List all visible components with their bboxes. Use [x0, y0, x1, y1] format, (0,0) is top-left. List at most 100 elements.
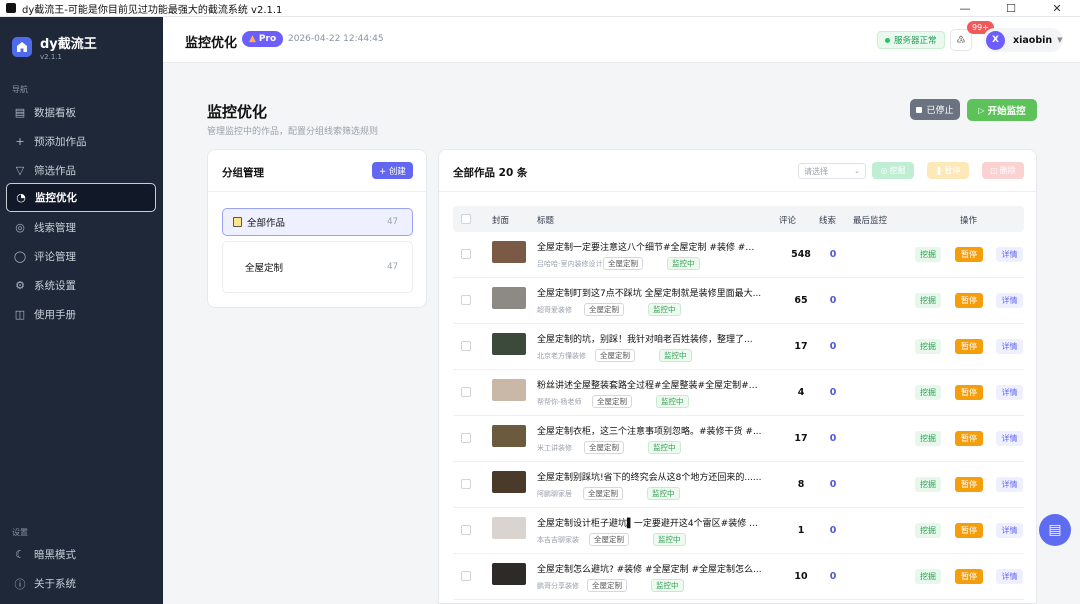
batch-dig-button[interactable]: ◎ 挖掘 — [872, 162, 914, 179]
stopped-label: 已停止 — [926, 106, 954, 116]
detail-button[interactable]: 详情 — [996, 431, 1023, 446]
floating-doc-button[interactable]: ▤ — [1039, 514, 1071, 546]
batch-delete-button[interactable]: ◫ 删除 — [982, 162, 1024, 179]
row-title[interactable]: 全屋定制盯到这7点不踩坑 全屋定制就是装修里面最大... — [537, 286, 762, 299]
dig-button[interactable]: 挖掘 — [915, 431, 941, 446]
top-header: 监控优化 ▲ Pro 2026-04-22 12:44:45 服务器正常 ♳ 9… — [163, 17, 1080, 63]
cover-thumbnail[interactable] — [492, 471, 526, 493]
row-checkbox[interactable] — [461, 571, 471, 581]
row-checkbox[interactable] — [461, 295, 471, 305]
dig-button[interactable]: 挖掘 — [915, 569, 941, 584]
chevron-down-icon: ⌄ — [854, 167, 860, 175]
row-checkbox[interactable] — [461, 525, 471, 535]
detail-button[interactable]: 详情 — [996, 293, 1023, 308]
sidebar-item-pre-add[interactable]: + 预添加作品 — [6, 127, 156, 156]
sidebar-item-label: 系统设置 — [34, 280, 76, 292]
app-icon — [6, 3, 16, 13]
close-icon[interactable]: ✕ — [1034, 0, 1080, 17]
pause-button[interactable]: 暂停 — [955, 523, 983, 538]
dig-button[interactable]: 挖掘 — [915, 247, 941, 262]
row-checkbox[interactable] — [461, 387, 471, 397]
cover-thumbnail[interactable] — [492, 333, 526, 355]
sidebar-item-filter[interactable]: ▽ 筛选作品 — [6, 156, 156, 185]
avatar: X — [986, 30, 1005, 50]
status-badge: 监控中 — [648, 303, 681, 316]
status-badge: 监控中 — [648, 441, 681, 454]
sidebar-item-manual[interactable]: ◫ 使用手册 — [6, 300, 156, 329]
group-select[interactable]: 请选择 ⌄ — [798, 163, 866, 179]
detail-button[interactable]: 详情 — [996, 569, 1023, 584]
dig-button[interactable]: 挖掘 — [915, 523, 941, 538]
pro-label: Pro — [258, 34, 277, 44]
col-actions: 操作 — [960, 216, 978, 226]
cover-thumbnail[interactable] — [492, 287, 526, 309]
plus-icon: + — [15, 135, 25, 148]
dig-button[interactable]: 挖掘 — [915, 293, 941, 308]
cover-thumbnail[interactable] — [492, 241, 526, 263]
row-title[interactable]: 全屋定制设计柜子避坑▌一定要避开这4个雷区#装修 #... — [537, 516, 762, 529]
group-tag: 全屋定制 — [583, 487, 623, 500]
create-group-button[interactable]: + 创建 — [372, 162, 413, 179]
cover-thumbnail[interactable] — [492, 379, 526, 401]
group-item-custom[interactable]: 全屋定制 47 — [222, 241, 413, 293]
row-title[interactable]: 全屋定制的坑，别踩！我针对咱老百姓装修，整理了... — [537, 332, 762, 345]
select-all-checkbox[interactable] — [461, 214, 471, 224]
detail-button[interactable]: 详情 — [996, 247, 1023, 262]
detail-button[interactable]: 详情 — [996, 339, 1023, 354]
row-title[interactable]: 粉丝讲述全屋整装套路全过程#全屋整装#全屋定制#家... — [537, 378, 762, 391]
stopped-button[interactable]: 已停止 — [910, 99, 960, 120]
sidebar-item-clues[interactable]: ◎ 线索管理 — [6, 213, 156, 242]
row-title[interactable]: 全屋定制衣柜，这三个注意事项别忽略。#装修干货 #... — [537, 424, 762, 437]
dig-button[interactable]: 挖掘 — [915, 385, 941, 400]
start-monitor-button[interactable]: ▷ 开始监控 — [967, 99, 1037, 121]
cover-thumbnail[interactable] — [492, 563, 526, 585]
maximize-icon[interactable]: ☐ — [988, 0, 1034, 17]
pause-button[interactable]: 暂停 — [955, 339, 983, 354]
sidebar-item-settings[interactable]: ⚙ 系统设置 — [6, 271, 156, 300]
row-title[interactable]: 全屋定制一定要注意这八个细节#全屋定制 #装修 #装... — [537, 240, 762, 253]
pause-button[interactable]: 暂停 — [955, 569, 983, 584]
row-title[interactable]: 全屋定制怎么避坑? #装修 #全屋定制 #全屋定制怎么... — [537, 562, 762, 575]
sidebar-item-about[interactable]: ⓘ 关于系统 — [6, 569, 156, 598]
pause-button[interactable]: 暂停 — [955, 431, 983, 446]
row-checkbox[interactable] — [461, 249, 471, 259]
bell-icon: ♳ — [956, 34, 966, 46]
detail-button[interactable]: 详情 — [996, 523, 1023, 538]
group-name: 全屋定制 — [245, 263, 284, 274]
pause-button[interactable]: 暂停 — [955, 477, 983, 492]
detail-button[interactable]: 详情 — [996, 385, 1023, 400]
row-checkbox[interactable] — [461, 433, 471, 443]
sidebar-item-monitor[interactable]: ◔ 监控优化 — [6, 183, 156, 212]
batch-pause-button[interactable]: ❚ 暂停 — [927, 162, 969, 179]
user-menu[interactable]: X xiaobin ▼ — [983, 28, 1063, 52]
group-tag: 全屋定制 — [589, 533, 629, 546]
minimize-icon[interactable]: — — [942, 0, 988, 17]
cover-thumbnail[interactable] — [492, 517, 526, 539]
cover-thumbnail[interactable] — [492, 425, 526, 447]
col-comments: 评论 — [779, 216, 797, 226]
table-row: 全屋定制设计柜子避坑▌一定要避开这4个雷区#装修 #... 本吉吉聊家装 全屋定制 监… — [453, 508, 1024, 554]
dig-button[interactable]: 挖掘 — [915, 339, 941, 354]
moon-icon: ☾ — [15, 548, 25, 561]
sidebar-item-label: 评论管理 — [34, 251, 76, 263]
sidebar-item-comments[interactable]: ◯ 评论管理 — [6, 242, 156, 271]
row-title[interactable]: 全屋定制别踩坑!省下的终究会从这8个地方还回来的...... — [537, 470, 762, 483]
dig-button[interactable]: 挖掘 — [915, 477, 941, 492]
row-checkbox[interactable] — [461, 341, 471, 351]
pause-button[interactable]: 暂停 — [955, 293, 983, 308]
pause-button[interactable]: 暂停 — [955, 385, 983, 400]
header-datetime: 2026-04-22 12:44:45 — [288, 34, 384, 44]
sidebar-item-dashboard[interactable]: ▤ 数据看板 — [6, 98, 156, 127]
row-author: 米工讲装修 — [537, 444, 572, 452]
logo-icon — [12, 37, 32, 57]
row-checkbox[interactable] — [461, 479, 471, 489]
detail-button[interactable]: 详情 — [996, 477, 1023, 492]
sidebar-item-dark-mode[interactable]: ☾ 暗黑模式 — [6, 540, 156, 569]
group-item-all[interactable]: 全部作品 47 — [222, 208, 413, 236]
trash-icon: ◫ — [990, 166, 998, 175]
pause-button[interactable]: 暂停 — [955, 247, 983, 262]
row-author: 北京老方懂装修 — [537, 352, 586, 360]
sidebar-item-label: 数据看板 — [34, 107, 76, 119]
status-badge: 监控中 — [667, 257, 700, 270]
brand-name: dy截流王 — [40, 37, 97, 52]
